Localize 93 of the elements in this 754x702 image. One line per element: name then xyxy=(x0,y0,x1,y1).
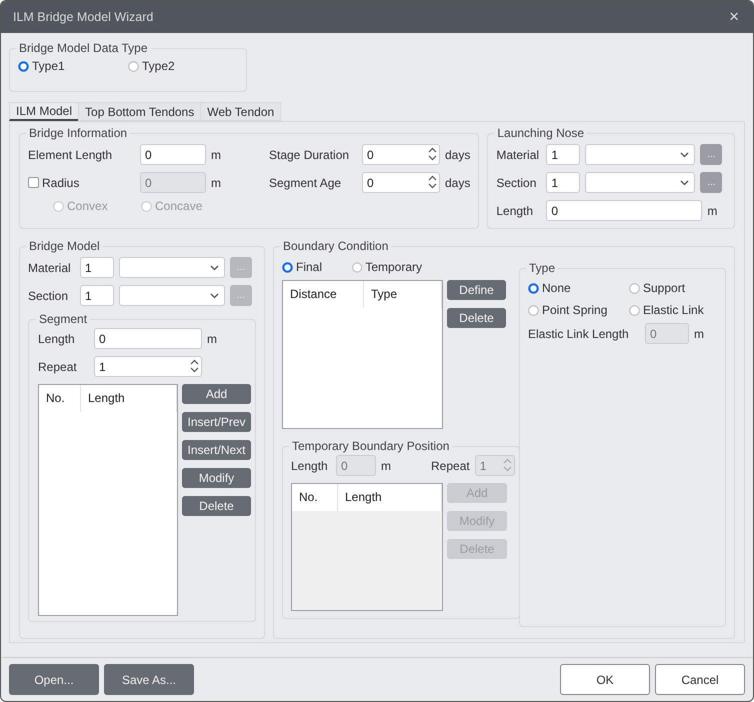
spin-field[interactable]: 0 xyxy=(362,144,440,165)
spin-arrows-icon[interactable] xyxy=(428,175,437,189)
window-title: ILM Bridge Model Wizard xyxy=(13,10,154,24)
radio-label: Temporary xyxy=(365,260,422,274)
boundary-action-button[interactable]: Delete xyxy=(447,308,506,328)
chevron-down-icon xyxy=(680,180,690,186)
chevron-down-icon xyxy=(210,264,219,270)
column-header: Distance xyxy=(283,281,364,308)
field-label: Repeat xyxy=(431,458,470,472)
segment-length-field[interactable]: 0 xyxy=(94,328,202,349)
id-field[interactable]: 1 xyxy=(546,172,580,193)
dropdown[interactable] xyxy=(119,285,225,306)
list-action-button[interactable]: Insert/Next xyxy=(182,440,251,460)
unit-label: m xyxy=(707,204,718,218)
column-header: Length xyxy=(338,484,442,511)
column-header: Length xyxy=(81,385,177,412)
radio-button[interactable] xyxy=(128,60,139,72)
dropdown[interactable] xyxy=(585,172,696,193)
unit-label: days xyxy=(445,148,470,162)
group-title: Bridge Model Data Type xyxy=(18,41,149,55)
field-label: Section xyxy=(496,176,538,190)
spin-field[interactable]: 1 xyxy=(94,356,202,377)
radio-label: Point Spring xyxy=(542,303,608,317)
spin-field[interactable]: 0 xyxy=(362,172,440,193)
length-field[interactable]: 0 xyxy=(546,200,702,221)
radio-label: Convex xyxy=(67,199,108,213)
field-label: Element Length xyxy=(28,148,114,162)
unit-label: days xyxy=(445,176,470,190)
radio-button[interactable] xyxy=(282,262,293,272)
column-header: No. xyxy=(39,385,81,412)
column-header: No. xyxy=(292,484,338,511)
element-length-field[interactable]: 0 xyxy=(140,144,206,165)
list-action-button[interactable]: Add xyxy=(182,384,251,404)
group-title: Type xyxy=(528,261,556,275)
radio-label: Final xyxy=(296,260,322,274)
field-label: Repeat xyxy=(38,360,78,374)
unit-label: m xyxy=(207,332,217,346)
field-label: Length xyxy=(38,332,76,346)
id-field[interactable]: 1 xyxy=(80,285,114,306)
boundary-action-button[interactable]: Define xyxy=(447,280,506,300)
spin-arrows-icon[interactable] xyxy=(428,147,437,161)
list-action-button[interactable]: Insert/Prev xyxy=(182,412,251,432)
group-title: Boundary Condition xyxy=(282,239,390,253)
field-label: Section xyxy=(28,288,70,302)
radio-button[interactable] xyxy=(629,282,640,294)
field-label: Length xyxy=(291,458,329,472)
file-button[interactable]: Open... xyxy=(9,664,99,695)
list-action-button[interactable]: Modify xyxy=(182,468,251,488)
group-title: Segment xyxy=(38,312,88,326)
radio-label: Support xyxy=(643,281,686,295)
radio-button[interactable] xyxy=(18,60,29,72)
radio-button[interactable] xyxy=(528,304,539,316)
radio-button[interactable] xyxy=(629,304,640,316)
id-field[interactable]: 1 xyxy=(80,257,114,278)
spin-arrows-icon[interactable] xyxy=(190,359,199,373)
radio-label: None xyxy=(542,281,571,295)
group-title: Temporary Boundary Position xyxy=(291,439,450,453)
radio-button[interactable] xyxy=(352,262,362,272)
close-button[interactable]: × xyxy=(727,7,741,27)
file-button[interactable]: Save As... xyxy=(104,664,194,695)
unit-label: m xyxy=(211,148,221,162)
field-label: Material xyxy=(28,260,72,274)
dialog-button[interactable]: OK xyxy=(560,664,650,695)
list-action-button[interactable]: Delete xyxy=(182,496,251,516)
tab[interactable]: Web Tendon xyxy=(200,102,282,121)
unit-label: m xyxy=(211,176,221,190)
radio-label: Elastic Link xyxy=(643,303,704,317)
radio-button[interactable] xyxy=(528,282,539,294)
dropdown[interactable] xyxy=(119,257,225,278)
field-label: Material xyxy=(496,148,540,162)
field-label: Elastic Link Length xyxy=(528,326,630,340)
group-title: Bridge Information xyxy=(28,126,128,140)
dropdown[interactable] xyxy=(585,144,696,165)
unit-label: m xyxy=(694,326,704,340)
field-label: Stage Duration xyxy=(269,148,350,162)
dialog-button[interactable]: Cancel xyxy=(655,664,745,695)
tab[interactable]: Top Bottom Tendons xyxy=(78,102,202,121)
field-label: Length xyxy=(496,204,534,218)
tab[interactable]: ILM Model xyxy=(9,102,80,121)
list-box[interactable]: Distance Type xyxy=(282,280,443,429)
chevron-down-icon xyxy=(210,292,219,298)
unit-label: m xyxy=(381,458,391,472)
group-title: Bridge Model xyxy=(28,239,101,253)
radio-label: Type1 xyxy=(32,59,65,73)
radio-label: Type2 xyxy=(142,59,175,73)
id-field[interactable]: 1 xyxy=(546,144,580,165)
group-title: Launching Nose xyxy=(496,126,586,140)
chevron-down-icon xyxy=(680,152,690,158)
field-label: Segment Age xyxy=(269,176,342,190)
radio-label: Concave xyxy=(155,199,202,213)
field-label: Radius xyxy=(42,176,80,190)
column-header: Type xyxy=(364,281,442,308)
list-box[interactable]: No. Length xyxy=(38,384,178,616)
